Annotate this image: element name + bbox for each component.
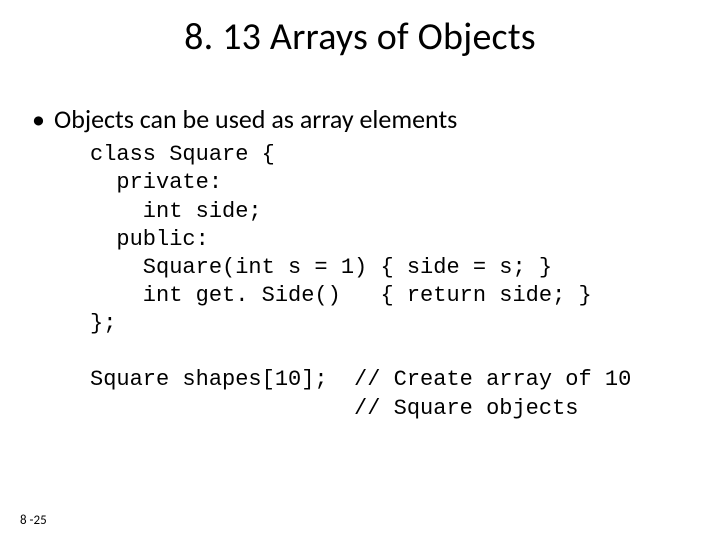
bullet-text: Objects can be used as array elements xyxy=(54,104,457,135)
bullet-dot: • xyxy=(30,104,54,135)
slide: 8. 13 Arrays of Objects • Objects can be… xyxy=(0,0,720,540)
slide-number: 8 -25 xyxy=(20,513,47,528)
slide-title: 8. 13 Arrays of Objects xyxy=(0,0,720,60)
bullet-item: • Objects can be used as array elements xyxy=(30,104,690,135)
code-block: class Square { private: int side; public… xyxy=(30,135,690,423)
slide-body: • Objects can be used as array elements … xyxy=(0,60,720,423)
